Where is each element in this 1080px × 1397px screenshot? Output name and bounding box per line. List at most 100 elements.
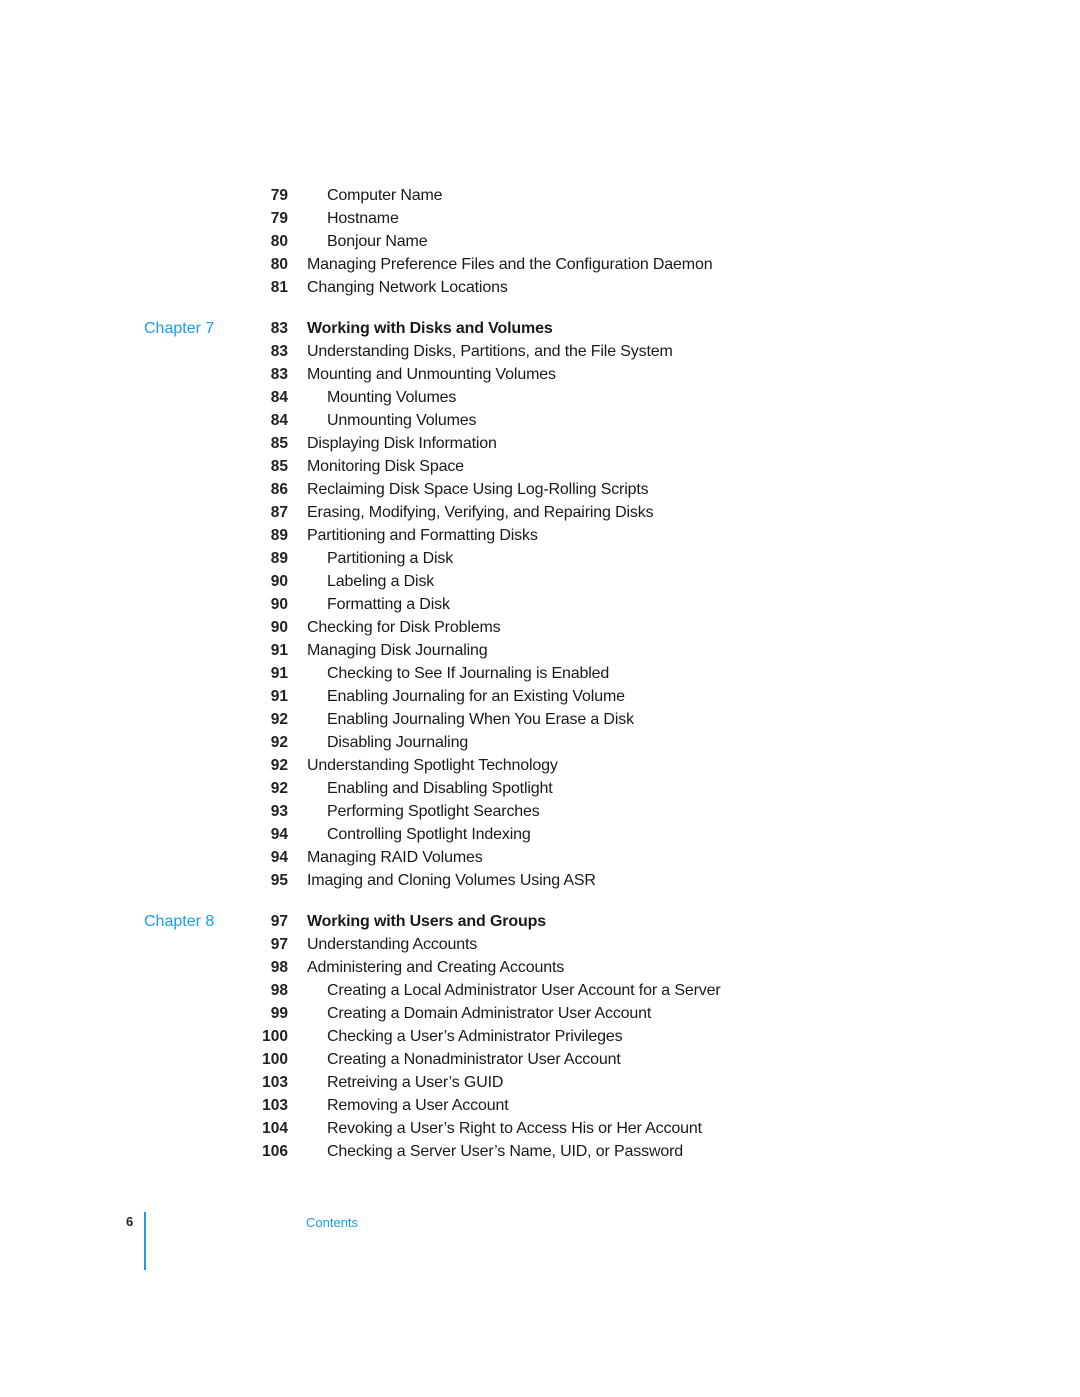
toc-page-number: 93 <box>270 803 288 820</box>
toc-chapter-row[interactable]: Chapter 7 83 Working with Disks and Volume… <box>0 317 1080 340</box>
toc-entry[interactable]: 98 Administering and Creating Accounts <box>0 956 1080 979</box>
toc-entry-title: Understanding Spotlight Technology <box>307 757 558 774</box>
toc-entry[interactable]: 100 Checking a User’s Administrator Privi… <box>0 1025 1080 1048</box>
page-number: 6 <box>126 1214 134 1229</box>
toc-entry[interactable]: 90 Labeling a Disk <box>0 570 1080 593</box>
toc-page-number: 85 <box>270 435 288 452</box>
toc-entry-title: Unmounting Volumes <box>327 412 477 429</box>
toc-page-number: 106 <box>262 1143 288 1160</box>
toc-entry-title: Hostname <box>327 210 399 227</box>
toc-entry[interactable]: 92 Enabling and Disabling Spotlight <box>0 777 1080 800</box>
toc-page-number: 79 <box>270 210 288 227</box>
toc-entry[interactable]: 83 Understanding Disks, Partitions, and t… <box>0 340 1080 363</box>
toc-entry-title: Removing a User Account <box>327 1097 509 1114</box>
toc-page-number: 80 <box>270 256 288 273</box>
toc-entry-title: Administering and Creating Accounts <box>307 959 565 976</box>
toc-entry[interactable]: 90 Checking for Disk Problems <box>0 616 1080 639</box>
toc-entry[interactable]: 92 Enabling Journaling When You Erase a D… <box>0 708 1080 731</box>
toc-entry[interactable]: 106 Checking a Server User’s Name, UID, o… <box>0 1140 1080 1163</box>
toc-entry[interactable]: 94 Managing RAID Volumes <box>0 846 1080 869</box>
toc-entry-title: Changing Network Locations <box>307 279 508 296</box>
toc-entry-title: Displaying Disk Information <box>307 435 497 452</box>
toc-entry[interactable]: 100 Creating a Nonadministrator User Acco… <box>0 1048 1080 1071</box>
toc-page-number: 99 <box>270 1005 288 1022</box>
toc-entry[interactable]: 98 Creating a Local Administrator User Ac… <box>0 979 1080 1002</box>
footer-divider <box>144 1212 146 1270</box>
toc-entry-title: Retreiving a User’s GUID <box>327 1074 504 1091</box>
toc-entry[interactable]: 81 Changing Network Locations <box>0 276 1080 299</box>
toc-entry-title: Creating a Local Administrator User Acco… <box>327 982 721 999</box>
toc-entry[interactable]: 103 Removing a User Account <box>0 1094 1080 1117</box>
toc-page-number: 83 <box>270 366 288 383</box>
toc-entry[interactable]: 99 Creating a Domain Administrator User A… <box>0 1002 1080 1025</box>
toc-entry-title: Formatting a Disk <box>327 596 450 613</box>
toc-entry-title: Managing Disk Journaling <box>307 642 488 659</box>
toc-entry-title: Enabling Journaling When You Erase a Dis… <box>327 711 634 728</box>
toc-page-number: 89 <box>270 550 288 567</box>
toc-entry[interactable]: 89 Partitioning a Disk <box>0 547 1080 570</box>
toc-page-number: 86 <box>270 481 288 498</box>
chapter-title: Working with Disks and Volumes <box>307 320 553 337</box>
toc-page-number: 94 <box>270 849 288 866</box>
toc-entry-title: Checking a Server User’s Name, UID, or P… <box>327 1143 684 1160</box>
toc-entry[interactable]: 91 Checking to See If Journaling is Enabl… <box>0 662 1080 685</box>
toc-page-number: 91 <box>270 642 288 659</box>
toc-entry-title: Monitoring Disk Space <box>307 458 464 475</box>
toc-entry-title: Computer Name <box>327 187 443 204</box>
toc-page-number: 84 <box>270 412 288 429</box>
toc-entry-title: Controlling Spotlight Indexing <box>327 826 531 843</box>
toc-page-number: 92 <box>270 780 288 797</box>
toc-entry-title: Mounting and Unmounting Volumes <box>307 366 556 383</box>
chapter-label: Chapter 7 <box>144 320 215 337</box>
toc-entry[interactable]: 104 Revoking a User’s Right to Access His… <box>0 1117 1080 1140</box>
toc-entry[interactable]: 83 Mounting and Unmounting Volumes <box>0 363 1080 386</box>
toc-entry-title: Reclaiming Disk Space Using Log-Rolling … <box>307 481 649 498</box>
toc-entry[interactable]: 86 Reclaiming Disk Space Using Log-Rollin… <box>0 478 1080 501</box>
toc-entry-title: Performing Spotlight Searches <box>327 803 540 820</box>
toc-entry-title: Creating a Domain Administrator User Acc… <box>327 1005 652 1022</box>
toc-entry[interactable]: 91 Enabling Journaling for an Existing Vo… <box>0 685 1080 708</box>
toc-entry-title: Managing RAID Volumes <box>307 849 483 866</box>
toc-entry[interactable]: 85 Displaying Disk Information <box>0 432 1080 455</box>
toc-page-number: 103 <box>262 1097 288 1114</box>
toc-entry[interactable]: 85 Monitoring Disk Space <box>0 455 1080 478</box>
chapter-label: Chapter 8 <box>144 913 215 930</box>
toc-entry[interactable]: 97 Understanding Accounts <box>0 933 1080 956</box>
toc-entry-title: Labeling a Disk <box>327 573 435 590</box>
toc-entry[interactable]: 79 Computer Name <box>0 184 1080 207</box>
toc-page-number: 100 <box>262 1051 288 1068</box>
toc-page-number: 90 <box>270 619 288 636</box>
toc-page-number: 89 <box>270 527 288 544</box>
toc-entry[interactable]: 95 Imaging and Cloning Volumes Using ASR <box>0 869 1080 892</box>
toc-entry[interactable]: 80 Bonjour Name <box>0 230 1080 253</box>
toc-entry[interactable]: 90 Formatting a Disk <box>0 593 1080 616</box>
toc-entry[interactable]: 80 Managing Preference Files and the Conf… <box>0 253 1080 276</box>
toc-entry[interactable]: 84 Unmounting Volumes <box>0 409 1080 432</box>
toc-entry-title: Checking a User’s Administrator Privileg… <box>327 1028 623 1045</box>
toc-entry-title: Disabling Journaling <box>327 734 469 751</box>
toc-page-number: 79 <box>270 187 288 204</box>
toc-chapter-row[interactable]: Chapter 8 97 Working with Users and Groups <box>0 910 1080 933</box>
toc-entry[interactable]: 92 Disabling Journaling <box>0 731 1080 754</box>
toc-page-number: 97 <box>270 913 288 930</box>
toc-entry[interactable]: 89 Partitioning and Formatting Disks <box>0 524 1080 547</box>
toc-entry[interactable]: 91 Managing Disk Journaling <box>0 639 1080 662</box>
toc-entry-title: Mounting Volumes <box>327 389 457 406</box>
toc-entry-title: Imaging and Cloning Volumes Using ASR <box>307 872 596 889</box>
toc-entry-title: Understanding Accounts <box>307 936 478 953</box>
toc-entry[interactable]: 92 Understanding Spotlight Technology <box>0 754 1080 777</box>
toc-page-number: 90 <box>270 596 288 613</box>
toc-page-number: 90 <box>270 573 288 590</box>
toc-entry[interactable]: 94 Controlling Spotlight Indexing <box>0 823 1080 846</box>
toc-page-number: 87 <box>270 504 288 521</box>
toc-page-number: 84 <box>270 389 288 406</box>
toc-entry[interactable]: 87 Erasing, Modifying, Verifying, and Rep… <box>0 501 1080 524</box>
toc-entry[interactable]: 93 Performing Spotlight Searches <box>0 800 1080 823</box>
toc-entry[interactable]: 79 Hostname <box>0 207 1080 230</box>
toc-entry[interactable]: 103 Retreiving a User’s GUID <box>0 1071 1080 1094</box>
toc-page-number: 100 <box>262 1028 288 1045</box>
toc-page-number: 83 <box>270 320 288 337</box>
toc-entry[interactable]: 84 Mounting Volumes <box>0 386 1080 409</box>
toc-page-number: 103 <box>262 1074 288 1091</box>
toc-page-number: 85 <box>270 458 288 475</box>
